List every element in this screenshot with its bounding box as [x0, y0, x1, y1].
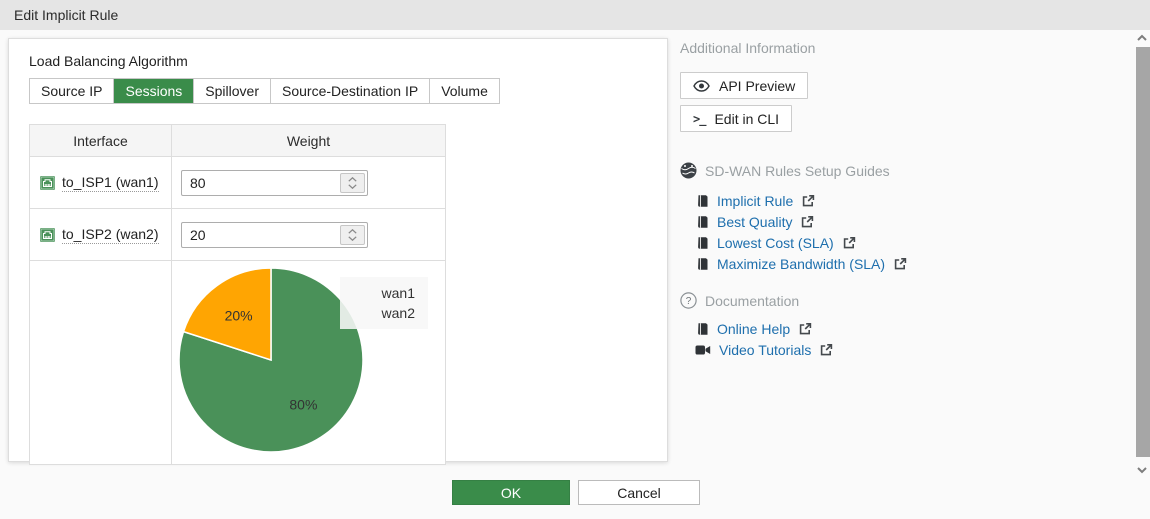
interface-name[interactable]: to_ISP2 (wan2) — [62, 226, 159, 244]
terminal-icon: >_ — [693, 112, 705, 126]
table-row: to_ISP2 (wan2) — [30, 209, 445, 261]
spinner-down-icon — [348, 236, 357, 241]
api-preview-button[interactable]: API Preview — [680, 72, 808, 99]
ok-button[interactable]: OK — [452, 480, 570, 505]
book-icon — [695, 257, 709, 271]
weight-stepper[interactable] — [340, 225, 365, 245]
guide-link-implicit-rule: Implicit Rule — [695, 193, 1120, 209]
spinner-up-icon — [348, 177, 357, 182]
external-link-icon — [801, 194, 815, 208]
scrollbar-thumb[interactable] — [1136, 47, 1150, 457]
legend-item-wan2: wan2 — [346, 303, 415, 323]
doc-link-online-help: Online Help — [695, 321, 1120, 337]
guide-link-best-quality: Best Quality — [695, 214, 1120, 230]
algorithm-tabs: Source IP Sessions Spillover Source-Dest… — [29, 78, 500, 104]
vertical-scrollbar — [1133, 30, 1150, 519]
spinner-up-icon — [348, 229, 357, 234]
weight-table: Interface Weight — [29, 124, 446, 465]
dialog-title-bar: Edit Implicit Rule — [0, 0, 1150, 30]
book-icon — [695, 236, 709, 250]
video-camera-icon — [695, 344, 711, 356]
additional-information-title: Additional Information — [680, 40, 1120, 56]
tab-source-destination-ip[interactable]: Source-Destination IP — [271, 79, 430, 103]
table-header-row: Interface Weight — [30, 125, 445, 157]
pie-slice-label: 20% — [225, 307, 253, 323]
eye-icon — [693, 80, 710, 92]
svg-text:?: ? — [686, 296, 692, 307]
interface-name[interactable]: to_ISP1 (wan1) — [62, 174, 159, 192]
dialog-body: Load Balancing Algorithm Source IP Sessi… — [0, 30, 1150, 519]
external-link-icon — [842, 236, 856, 250]
weight-input-wan1[interactable] — [182, 171, 332, 195]
sdwan-guides-links: Implicit Rule Best Quality — [695, 193, 1120, 272]
book-icon — [695, 322, 709, 336]
book-icon — [695, 215, 709, 229]
weight-input-wrap — [181, 170, 368, 196]
interface-port-icon — [40, 228, 55, 242]
documentation-links: Online Help Video Tutorials — [695, 321, 1120, 358]
external-link-icon — [800, 215, 814, 229]
sdwan-guides-title: SD-WAN Rules Setup Guides — [680, 162, 1120, 179]
scrollbar-down-icon[interactable] — [1134, 464, 1150, 476]
dialog-title: Edit Implicit Rule — [14, 7, 118, 23]
column-header-weight: Weight — [172, 125, 445, 156]
tab-volume[interactable]: Volume — [430, 79, 499, 103]
cancel-button[interactable]: Cancel — [578, 480, 700, 505]
spinner-down-icon — [348, 184, 357, 189]
interface-port-icon — [40, 176, 55, 190]
book-icon — [695, 194, 709, 208]
doc-link-video-tutorials: Video Tutorials — [695, 342, 1120, 358]
external-link-icon — [893, 257, 907, 271]
sdwan-globe-icon — [680, 162, 697, 179]
load-balancing-panel: Load Balancing Algorithm Source IP Sessi… — [8, 38, 668, 462]
edit-in-cli-button[interactable]: >_ Edit in CLI — [680, 105, 792, 132]
guide-link-maximize-bandwidth-sla: Maximize Bandwidth (SLA) — [695, 256, 1120, 272]
tab-sessions[interactable]: Sessions — [114, 79, 194, 103]
tab-spillover[interactable]: Spillover — [194, 79, 271, 103]
legend-item-wan1: wan1 — [346, 283, 415, 303]
pie-chart-row: 80% 20% wan1wan2 — [30, 261, 445, 464]
section-title: Load Balancing Algorithm — [29, 53, 647, 69]
guide-link-lowest-cost-sla: Lowest Cost (SLA) — [695, 235, 1120, 251]
pie-legend: wan1wan2 — [340, 277, 428, 329]
column-header-interface: Interface — [30, 125, 172, 156]
external-link-icon — [798, 322, 812, 336]
question-icon: ? — [680, 292, 697, 309]
documentation-title: ? Documentation — [680, 292, 1120, 309]
scrollbar-up-icon[interactable] — [1134, 32, 1150, 44]
additional-information-sidebar: Additional Information API Preview >_ Ed… — [680, 40, 1120, 363]
weight-input-wrap — [181, 222, 368, 248]
weight-input-wan2[interactable] — [182, 223, 332, 247]
pie-slice-label: 80% — [289, 397, 317, 413]
tab-source-ip[interactable]: Source IP — [30, 79, 114, 103]
table-row: to_ISP1 (wan1) — [30, 157, 445, 209]
weight-stepper[interactable] — [340, 173, 365, 193]
external-link-icon — [819, 343, 833, 357]
